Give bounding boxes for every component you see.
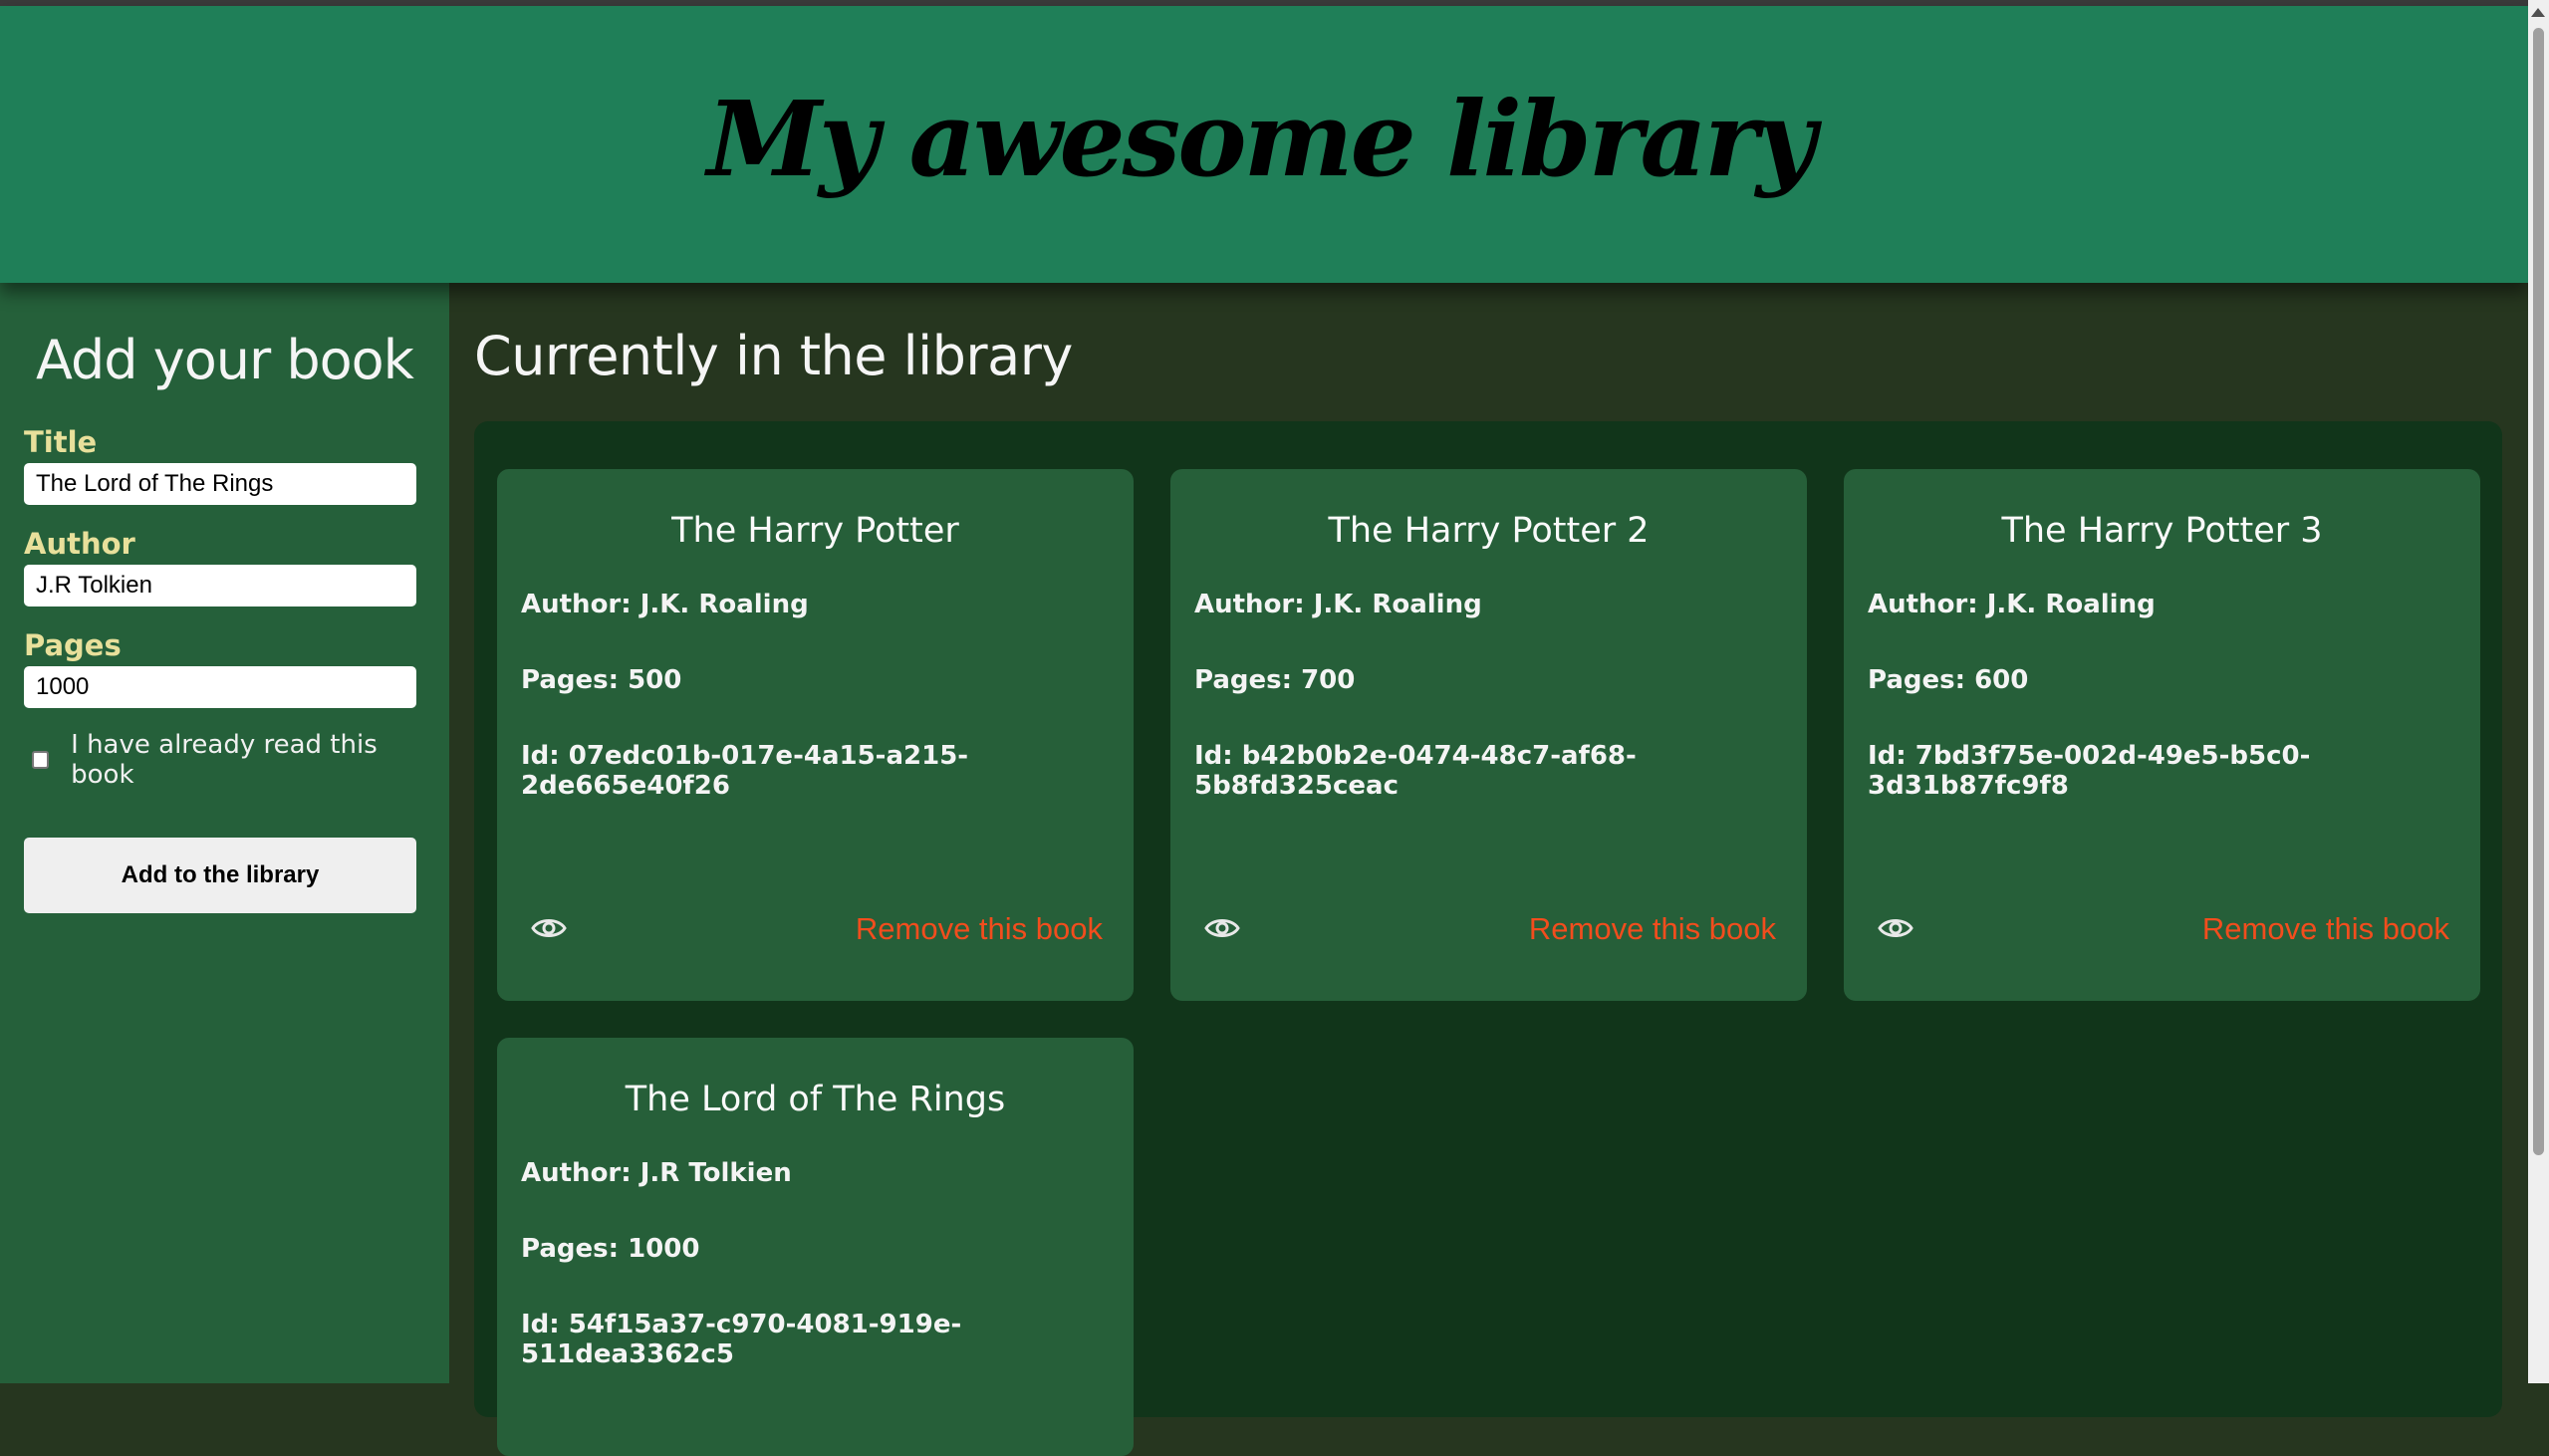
remove-book-link[interactable]: Remove this book [856, 911, 1103, 947]
add-to-library-button[interactable]: Add to the library [24, 838, 416, 913]
eye-icon[interactable] [1877, 914, 1914, 942]
book-title: The Harry Potter 3 [2001, 511, 2323, 551]
page-header: My awesome library [0, 6, 2528, 283]
book-pages: Pages: 1000 [521, 1234, 700, 1264]
title-label: Title [24, 425, 98, 459]
scroll-up-arrow-icon[interactable] [2531, 8, 2545, 17]
book-author: Author: J.K. Roaling [1194, 590, 1482, 619]
book-id: Id: b42b0b2e-0474-48c7-af68-5b8fd325ceac [1194, 741, 1637, 801]
book-author: Author: J.K. Roaling [1868, 590, 2156, 619]
read-checkbox[interactable] [32, 751, 50, 769]
book-card: The Harry Potter Author: J.K. Roaling Pa… [497, 469, 1134, 1001]
book-author: Author: J.K. Roaling [521, 590, 809, 619]
book-pages: Pages: 700 [1194, 665, 1356, 695]
title-input[interactable] [24, 463, 416, 505]
add-book-sidebar: Add your book Title Author Pages I have … [0, 283, 449, 1383]
remove-book-link[interactable]: Remove this book [1529, 911, 1776, 947]
library-section: Currently in the library The Harry Potte… [449, 283, 2528, 1456]
book-title: The Lord of The Rings [625, 1080, 1006, 1119]
remove-book-link[interactable]: Remove this book [2202, 911, 2449, 947]
book-title: The Harry Potter [671, 511, 959, 551]
book-pages: Pages: 600 [1868, 665, 2029, 695]
book-title: The Harry Potter 2 [1328, 511, 1650, 551]
book-author: Author: J.R Tolkien [521, 1158, 792, 1188]
read-checkbox-label: I have already read this book [71, 730, 378, 790]
page-title: My awesome library [706, 77, 1816, 200]
book-id: Id: 54f15a37-c970-4081-919e-511dea3362c5 [521, 1310, 962, 1369]
pages-label: Pages [24, 628, 122, 662]
eye-icon[interactable] [530, 914, 568, 942]
author-label: Author [24, 527, 135, 561]
book-id: Id: 7bd3f75e-002d-49e5-b5c0-3d31b87fc9f8 [1868, 741, 2311, 801]
library-heading: Currently in the library [474, 325, 1073, 387]
eye-icon[interactable] [1203, 914, 1241, 942]
add-book-heading: Add your book [36, 329, 414, 391]
book-id: Id: 07edc01b-017e-4a15-a215-2de665e40f26 [521, 741, 969, 801]
pages-input[interactable] [24, 666, 416, 708]
book-card: The Harry Potter 3 Author: J.K. Roaling … [1844, 469, 2480, 1001]
scrollbar-thumb[interactable] [2533, 28, 2544, 1155]
book-card: The Harry Potter 2 Author: J.K. Roaling … [1170, 469, 1807, 1001]
book-pages: Pages: 500 [521, 665, 682, 695]
author-input[interactable] [24, 565, 416, 607]
page-scrollbar[interactable] [2528, 0, 2549, 1383]
books-panel: The Harry Potter Author: J.K. Roaling Pa… [474, 421, 2502, 1456]
read-checkbox-row: I have already read this book [24, 730, 425, 790]
book-card: The Lord of The Rings Author: J.R Tolkie… [497, 1038, 1134, 1456]
